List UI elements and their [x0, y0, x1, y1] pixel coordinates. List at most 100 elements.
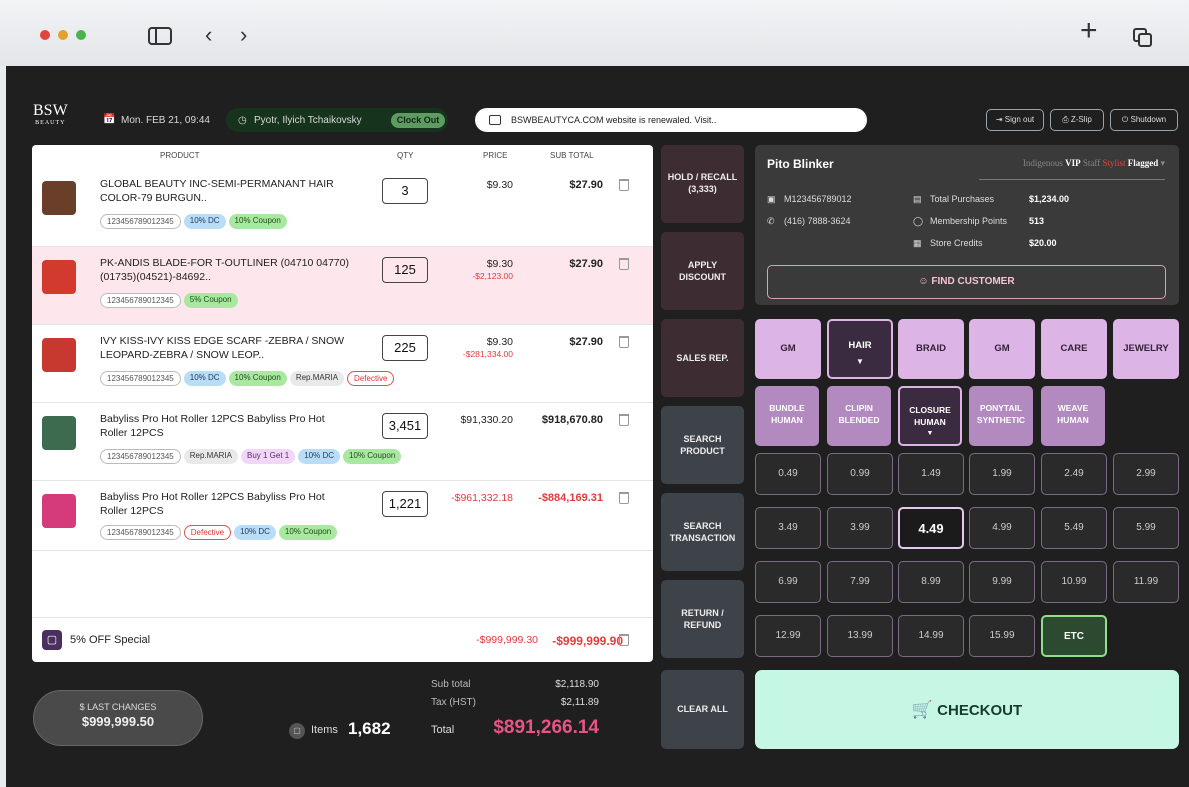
ticket-icon: ▢ [42, 630, 62, 650]
cart-row[interactable]: PK-ANDIS BLADE-FOR T-OUTLINER (04710 047… [32, 247, 653, 325]
special-row[interactable]: ▢ 5% OFF Special -$999,999.30 -$999,999.… [32, 617, 653, 662]
price-button[interactable]: 3.49 [755, 507, 821, 549]
return-refund-button[interactable]: RETURN / REFUND [661, 580, 744, 658]
search-transaction-label-2: TRANSACTION [669, 533, 736, 543]
etc-button[interactable]: ETC [1041, 615, 1107, 657]
col-product: PRODUCT [160, 151, 200, 160]
search-transaction-label-1: SEARCH [683, 521, 722, 531]
product-tag: 10% DC [183, 214, 226, 229]
price-button[interactable]: 8.99 [898, 561, 964, 603]
product-tag: 10% DC [234, 525, 276, 540]
category-gm[interactable]: GM [969, 319, 1035, 379]
checkout-label: CHECKOUT [937, 702, 1023, 719]
search-transaction-button[interactable]: SEARCH TRANSACTION [661, 493, 744, 571]
price-button[interactable]: 0.99 [827, 453, 893, 495]
checkout-button[interactable]: 🛒 CHECKOUT [755, 670, 1179, 749]
price-button[interactable]: 1.99 [969, 453, 1035, 495]
price-button[interactable]: 9.99 [969, 561, 1035, 603]
price-button[interactable]: 7.99 [827, 561, 893, 603]
flag-vip: VIP [1065, 158, 1081, 168]
category-braid[interactable]: BRAID [898, 319, 964, 379]
price-button[interactable]: 6.99 [755, 561, 821, 603]
subcategory-button[interactable]: WEAVE HUMAN [1041, 386, 1105, 446]
close-window-button[interactable] [40, 30, 50, 40]
customer-flags[interactable]: Indigenous VIP Staff Stylist Flagged ▾ [1023, 158, 1165, 169]
product-tag: Rep.MARIA [289, 371, 345, 386]
trash-icon[interactable] [619, 258, 629, 270]
unit-price: $91,330.20 [460, 414, 513, 426]
forward-icon[interactable]: › [240, 24, 247, 46]
price-button[interactable]: 4.49 [898, 507, 964, 549]
notice-bar[interactable]: BSWBEAUTYCA.COM website is renewaled. Vi… [475, 108, 867, 132]
zoom-window-button[interactable] [76, 30, 86, 40]
new-tab-icon[interactable]: + [1080, 16, 1098, 46]
price-button[interactable]: 5.49 [1041, 507, 1107, 549]
calendar-icon: 📅 [103, 114, 116, 125]
trash-icon[interactable] [619, 492, 629, 504]
search-product-button[interactable]: SEARCH PRODUCT [661, 406, 744, 484]
minimize-window-button[interactable] [58, 30, 68, 40]
product-name: PK-ANDIS BLADE-FOR T-OUTLINER (04710 047… [100, 257, 349, 283]
trash-icon[interactable] [619, 179, 629, 191]
hold-recall-button[interactable]: HOLD / RECALL (3,333) [661, 145, 744, 223]
qty-input[interactable]: 225 [382, 335, 428, 361]
price-button[interactable]: 14.99 [898, 615, 964, 657]
trash-icon[interactable] [619, 414, 629, 426]
cart-row[interactable]: Babyliss Pro Hot Roller 12PCS Babyliss P… [32, 403, 653, 481]
special-label: 5% OFF Special [70, 634, 151, 646]
subcategory-button[interactable]: CLIPIN BLENDED [827, 386, 891, 446]
trash-icon[interactable] [619, 336, 629, 348]
subcategory-button[interactable]: PONYTAIL SYNTHETIC [969, 386, 1033, 446]
z-slip-label: Z-Slip [1070, 115, 1092, 124]
line-subtotal: -$884,169.31 [538, 492, 603, 504]
apply-discount-button[interactable]: APPLY DISCOUNT [661, 232, 744, 310]
clock-out-button[interactable]: Clock Out [391, 113, 445, 128]
sidebar-toggle-icon[interactable] [148, 27, 172, 45]
cart-row[interactable]: Babyliss Pro Hot Roller 12PCS Babyliss P… [32, 481, 653, 551]
qty-input[interactable]: 3 [382, 178, 428, 204]
chevron-down-icon: ▼ [856, 357, 864, 366]
qty-input[interactable]: 3,451 [382, 413, 428, 439]
cart-row[interactable]: GLOBAL BEAUTY INC-SEMI-PERMANANT HAIR CO… [32, 168, 653, 247]
sign-out-button[interactable]: ⇥ Sign out [986, 109, 1044, 131]
product-code: 123456789012345 [100, 293, 181, 308]
price-button[interactable]: 5.99 [1113, 507, 1179, 549]
price-button[interactable]: 3.99 [827, 507, 893, 549]
price-button[interactable]: 10.99 [1041, 561, 1107, 603]
customer-id: M123456789012 [784, 194, 852, 204]
subcategory-label: BUNDLE [769, 403, 805, 413]
subcategory-button[interactable]: CLOSURE HUMAN ▼ [898, 386, 962, 446]
back-icon[interactable]: ‹ [205, 24, 212, 46]
price-button[interactable]: 1.49 [898, 453, 964, 495]
clear-all-button[interactable]: CLEAR ALL [661, 670, 744, 749]
qty-input[interactable]: 1,221 [382, 491, 428, 517]
items-count: 1,682 [348, 719, 391, 738]
cart-row[interactable]: IVY KISS-IVY KISS EDGE SCARF -ZEBRA / SN… [32, 325, 653, 403]
category-care[interactable]: CARE [1041, 319, 1107, 379]
last-changes-label: $ LAST CHANGES [79, 702, 157, 712]
z-slip-button[interactable]: ⎙ Z-Slip [1050, 109, 1104, 131]
category-hair[interactable]: HAIR ▼ [827, 319, 893, 379]
qty-input[interactable]: 125 [382, 257, 428, 283]
window-titlebar: ‹ › + [0, 0, 1189, 66]
price-button[interactable]: 12.99 [755, 615, 821, 657]
price-button[interactable]: 2.99 [1113, 453, 1179, 495]
price-button[interactable]: 13.99 [827, 615, 893, 657]
price-button[interactable]: 4.99 [969, 507, 1035, 549]
trash-icon[interactable] [619, 634, 629, 646]
price-button[interactable]: 0.49 [755, 453, 821, 495]
tag-list: 123456789012345 5% Coupon [100, 293, 238, 308]
subcategory-button[interactable]: BUNDLE HUMAN [755, 386, 819, 446]
subcategory-label: PONYTAIL [979, 403, 1023, 413]
shutdown-button[interactable]: ⏻ Shutdown [1110, 109, 1178, 131]
sales-rep-button[interactable]: SALES REP. [661, 319, 744, 397]
price-button[interactable]: 15.99 [969, 615, 1035, 657]
category-gm[interactable]: GM [755, 319, 821, 379]
category-jewelry[interactable]: JEWELRY [1113, 319, 1179, 379]
unit-price: -$961,332.18 [451, 492, 513, 504]
last-changes-button[interactable]: $ LAST CHANGES $999,999.50 [33, 690, 203, 746]
price-button[interactable]: 11.99 [1113, 561, 1179, 603]
find-customer-button[interactable]: ☺ FIND CUSTOMER [767, 265, 1166, 299]
price-button[interactable]: 2.49 [1041, 453, 1107, 495]
tabs-overview-icon[interactable] [1133, 28, 1153, 48]
